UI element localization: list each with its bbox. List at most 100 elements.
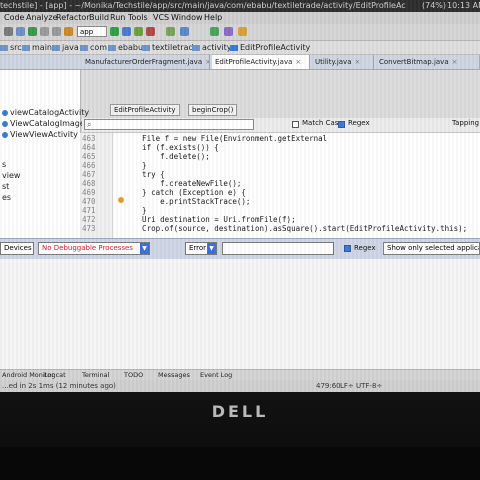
project-structure-icon[interactable] — [224, 27, 233, 36]
line-number: 466 — [82, 161, 96, 170]
tab-convert-bitmap[interactable]: ConvertBitmap.java × — [376, 55, 480, 69]
menu-help[interactable]: Help — [204, 12, 222, 24]
status-message: ...ed in 2s 1ms (12 minutes ago) — [2, 382, 116, 390]
close-icon[interactable]: × — [452, 58, 458, 66]
log-level-select[interactable]: Error ▼ — [185, 242, 217, 255]
line-gutter: 463 464 465 466 467 468 469 470 471 472 … — [80, 133, 113, 238]
chevron-down-icon: ▼ — [207, 243, 216, 254]
clock: 10:13 AM — [447, 1, 480, 10]
match-case-label: Match Case — [302, 119, 343, 127]
undo-icon[interactable] — [40, 27, 49, 36]
breadcrumb-ebabu[interactable]: ebabu — [108, 41, 143, 54]
close-icon[interactable]: × — [354, 58, 360, 66]
subtab-method[interactable]: beginCrop() — [188, 104, 238, 116]
search-input[interactable]: ⌕ — [84, 119, 254, 130]
process-select[interactable]: No Debuggable Processes ▼ — [38, 242, 150, 255]
code-line: e.printStackTrace(); — [124, 197, 251, 206]
menu-refactor[interactable]: Refactor — [56, 12, 90, 24]
tree-item[interactable]: ViewViewActivity — [2, 130, 78, 139]
line-number: 471 — [82, 206, 96, 215]
logcat-search-input[interactable] — [222, 242, 334, 255]
title-bar: techstile] - [app] - ~/Monika/Techstile/… — [0, 0, 480, 12]
line-number: 472 — [82, 215, 96, 224]
file-encoding[interactable]: LF÷ UTF-8÷ — [340, 380, 382, 392]
avd-manager-icon[interactable] — [166, 27, 175, 36]
laptop-screen: techstile] - [app] - ~/Monika/Techstile/… — [0, 0, 480, 392]
redo-icon[interactable] — [52, 27, 61, 36]
breadcrumb-java[interactable]: java — [52, 41, 79, 54]
breadcrumb-editprofileactivity[interactable]: EditProfileActivity — [230, 41, 310, 54]
main-toolbar: app — [0, 24, 480, 41]
tree-item[interactable]: st — [2, 182, 9, 191]
line-number: 470 — [82, 197, 96, 206]
logcat-toolbar: Devices No Debuggable Processes ▼ Error ▼ … — [0, 238, 480, 260]
run-config-select[interactable]: app — [77, 26, 107, 37]
logcat-regex-checkbox[interactable] — [344, 245, 351, 252]
sdk-manager-icon[interactable] — [180, 27, 189, 36]
run-icon[interactable] — [110, 27, 119, 36]
line-number: 473 — [82, 224, 96, 233]
code-line: } — [124, 206, 147, 215]
code-editor[interactable]: 463 464 465 466 467 468 469 470 471 472 … — [80, 133, 480, 238]
menu-tools[interactable]: Tools — [128, 12, 148, 24]
open-folder-icon[interactable] — [4, 27, 13, 36]
breadcrumb-main[interactable]: main — [22, 41, 52, 54]
close-icon[interactable]: × — [295, 58, 301, 66]
tree-item[interactable]: s — [2, 160, 6, 169]
subtab-class[interactable]: EditProfileActivity — [110, 104, 180, 116]
class-icon — [2, 109, 8, 116]
breadcrumb-src[interactable]: src — [0, 41, 22, 54]
tab-utility[interactable]: Utility.java × — [312, 55, 374, 69]
logcat-regex-label: Regex — [354, 244, 376, 252]
code-line: } — [124, 161, 147, 170]
code-line: f.createNewFile(); — [124, 179, 242, 188]
cut-icon[interactable] — [64, 27, 73, 36]
menu-window[interactable]: Window — [171, 12, 203, 24]
tree-item[interactable]: view — [2, 171, 20, 180]
tab-edit-profile-activity[interactable]: EditProfileActivity.java × — [212, 55, 310, 69]
sync-icon[interactable] — [28, 27, 37, 36]
menu-bar: Code Analyze Refactor Build Run Tools VC… — [0, 12, 480, 24]
save-icon[interactable] — [16, 27, 25, 36]
code-line: Crop.of(source, destination).asSquare().… — [124, 224, 468, 233]
line-number: 468 — [82, 179, 96, 188]
filter-select[interactable]: Show only selected application — [383, 242, 480, 255]
tab-manufacturer-order-fragment[interactable]: ManufacturerOrderFragment.java× — [82, 55, 210, 69]
menu-run[interactable]: Run — [110, 12, 125, 24]
editor-tabs: ManufacturerOrderFragment.java× EditProf… — [0, 55, 480, 70]
stop-icon[interactable] — [146, 27, 155, 36]
dell-logo: DELL — [211, 402, 269, 421]
help-icon[interactable] — [238, 27, 247, 36]
tree-item[interactable]: es — [2, 193, 11, 202]
logcat-output[interactable] — [0, 259, 480, 369]
profile-icon[interactable] — [134, 27, 143, 36]
menu-code[interactable]: Code — [4, 12, 24, 24]
find-bar: ⌕ Match Case Regex Tapping — [82, 118, 480, 133]
code-line: if (f.exists()) { — [124, 143, 219, 152]
breadcrumb: src main java com ebabu textiletrade act… — [0, 41, 480, 55]
window-title: techstile] - [app] - ~/Monika/Techstile/… — [0, 1, 406, 10]
code-line: f.delete(); — [124, 152, 210, 161]
debug-icon[interactable] — [122, 27, 131, 36]
device-select[interactable]: Devices — [0, 242, 34, 255]
tree-item[interactable]: viewCatalogActivity — [2, 108, 89, 117]
laptop-bezel: DELL — [0, 392, 480, 480]
code-line: Uri destination = Uri.fromFile(f); — [124, 215, 296, 224]
regex-checkbox[interactable] — [338, 121, 345, 128]
code-line: } catch (Exception e) { — [124, 188, 246, 197]
android-monitor-icon[interactable] — [210, 27, 219, 36]
breadcrumb-com[interactable]: com — [80, 41, 107, 54]
match-case-checkbox[interactable] — [292, 121, 299, 128]
project-panel: viewCatalogActivity ViewCatalogImagesAct… — [0, 70, 119, 238]
menu-build[interactable]: Build — [89, 12, 109, 24]
close-icon[interactable]: × — [205, 58, 209, 66]
breadcrumb-activity[interactable]: activity — [192, 41, 232, 54]
line-number: 465 — [82, 152, 96, 161]
menu-vcs[interactable]: VCS — [153, 12, 169, 24]
breadcrumb-textiletrade[interactable]: textiletrade — [142, 41, 198, 54]
code-line: try { — [124, 170, 165, 179]
line-number: 464 — [82, 143, 96, 152]
caret-position[interactable]: 479:60 — [316, 380, 341, 392]
menu-analyze[interactable]: Analyze — [26, 12, 58, 24]
find-bar-trailing: Tapping — [452, 119, 480, 127]
